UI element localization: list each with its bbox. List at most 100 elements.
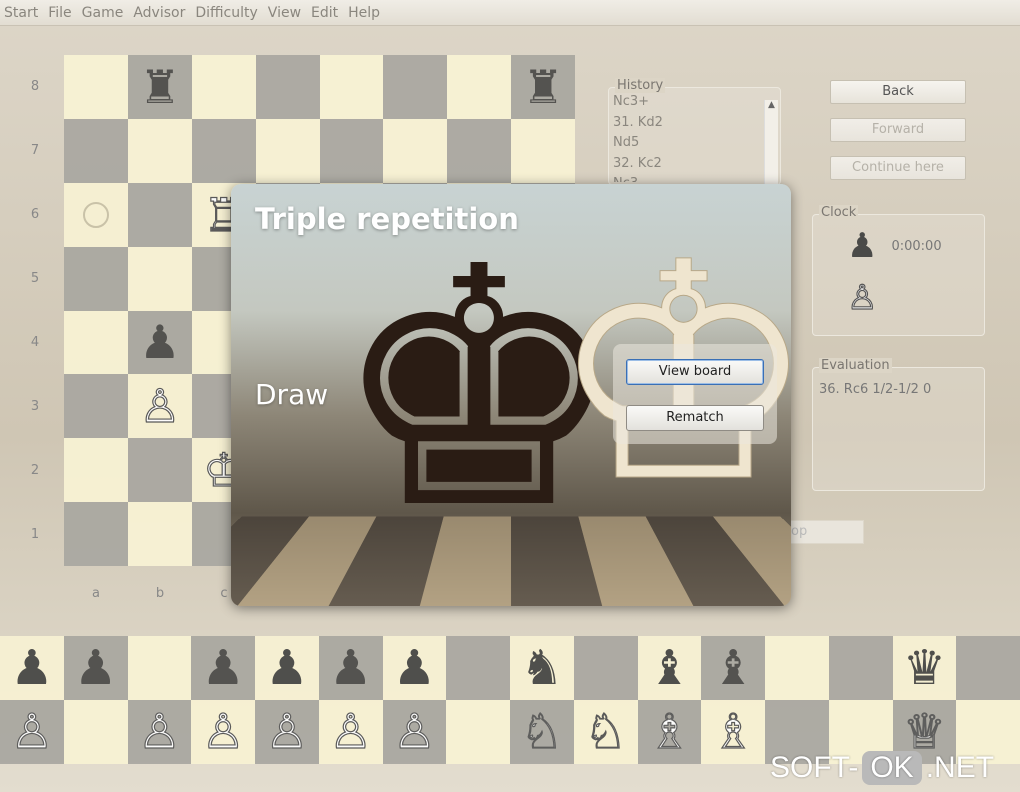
history-move[interactable]: 32. Kc2 [613,154,760,175]
square-b1[interactable] [127,502,192,566]
menu-item-start[interactable]: Start [4,5,38,21]
captured-piece-icon: ♟ [10,640,54,696]
tray-slot: ♛ [892,636,957,700]
menu-item-help[interactable]: Help [348,5,380,21]
square-g7[interactable] [447,118,512,183]
captured-piece-icon: ♟ [265,640,309,696]
captured-piece-icon: ♞ [520,640,564,696]
tray-slot: ♘ [573,700,638,764]
square-f8[interactable] [383,55,448,119]
captured-piece-icon: ♗ [711,704,755,760]
evaluation-title: Evaluation [819,358,892,373]
history-title: History [615,78,666,93]
tray-slot: ♟ [255,636,319,700]
tray-slot: ♟ [318,636,383,700]
captured-piece-icon: ♙ [329,704,373,760]
rank-label: 6 [30,207,40,222]
rank-label: 4 [30,335,40,350]
square-d7[interactable] [255,118,320,183]
square-a6[interactable] [64,182,128,247]
history-list[interactable]: Nc3+31. Kd2Nd532. Kc2Nc3 [613,92,760,182]
captured-piece-icon: ♟ [201,640,245,696]
menu-item-view[interactable]: View [268,5,301,21]
back-button[interactable]: Back [830,80,966,104]
menu-item-advisor[interactable]: Advisor [133,5,185,21]
square-h8[interactable]: ♜ [511,55,575,119]
clock-title: Clock [819,205,859,220]
tray-slot: ♙ [255,700,319,764]
square-b4[interactable]: ♟ [127,310,192,375]
square-f7[interactable] [383,118,448,183]
square-c7[interactable] [191,118,256,183]
square-b8[interactable]: ♜ [127,55,192,119]
square-b6[interactable] [127,182,192,247]
captured-piece-icon: ♛ [902,640,946,696]
history-move[interactable]: Nd5 [613,133,760,154]
white-pawn-icon[interactable]: ♙ [139,383,181,430]
move-hint-marker[interactable] [82,201,109,228]
square-a8[interactable] [64,55,128,119]
history-move[interactable]: Nc3 [613,174,760,182]
tray-slot: ♟ [191,636,255,700]
tray-slot: ♙ [127,700,192,764]
square-a7[interactable] [64,118,128,183]
square-d8[interactable] [255,55,320,119]
captured-piece-icon: ♙ [392,704,436,760]
white-pawn-icon: ♙ [846,278,878,318]
square-g8[interactable] [447,55,512,119]
history-move[interactable]: 31. Kd2 [613,113,760,134]
captured-piece-icon: ♝ [711,640,755,696]
tray-slot: ♙ [318,700,383,764]
scroll-up-icon[interactable]: ▲ [765,100,778,110]
continue-here-button[interactable]: Continue here [830,156,966,180]
tray-slot: ♙ [191,700,255,764]
tray-slot: ♞ [510,636,574,700]
watermark-mid: OK [862,751,922,785]
square-a3[interactable] [64,374,128,439]
tray-slot: ♝ [637,636,702,700]
menu-item-game[interactable]: Game [82,5,124,21]
view-board-button[interactable]: View board [626,359,764,385]
tray-slot: ♟ [382,636,447,700]
forward-button[interactable]: Forward [830,118,966,142]
rank-label: 3 [30,399,40,414]
square-e7[interactable] [319,118,384,183]
tray-slot: ♗ [637,700,702,764]
square-a1[interactable] [64,502,128,566]
history-move[interactable]: Nc3+ [613,92,760,113]
captured-piece-icon: ♙ [201,704,245,760]
rematch-button[interactable]: Rematch [626,405,764,431]
square-b3[interactable]: ♙ [127,374,192,439]
square-b7[interactable] [127,118,192,183]
captured-piece-icon: ♟ [74,640,118,696]
menu-item-file[interactable]: File [48,5,71,21]
black-pawn-icon[interactable]: ♟ [139,319,180,365]
captured-pieces-tray: ♟ ♟ ♟ ♟ ♟ ♟ ♞ ♝ ♝ ♛ ♙ ♙ ♙ ♙ ♙ ♙ ♘ ♘ ♗ ♗ ♕ [0,636,1020,764]
square-a5[interactable] [64,246,128,311]
square-c8[interactable] [191,55,256,119]
captured-piece-icon: ♙ [10,704,54,760]
tray-slot: ♙ [382,700,447,764]
history-scrollbar[interactable]: ▲ [764,100,778,184]
rank-label: 1 [30,527,40,542]
menu-item-difficulty[interactable]: Difficulty [195,5,257,21]
menu-item-edit[interactable]: Edit [311,5,338,21]
square-a4[interactable] [64,310,128,375]
black-rook-icon[interactable]: ♜ [522,64,563,110]
evaluation-panel: Evaluation 36. Rc6 1/2-1/2 0 [812,358,985,491]
captured-piece-icon: ♝ [647,640,691,696]
tray-slot [127,636,192,700]
black-rook-icon[interactable]: ♜ [139,64,180,110]
tray-slot: ♟ [0,636,64,700]
tray-slot: ♘ [510,700,574,764]
watermark-right: .NET [925,751,995,784]
square-e8[interactable] [319,55,384,119]
black-clock-row: ♟ 0:00:00 [847,229,942,263]
square-b5[interactable] [127,246,192,311]
white-clock-row: ♙ [846,278,878,318]
square-h7[interactable] [511,118,575,183]
square-b2[interactable] [127,438,192,503]
tray-slot: ♗ [701,700,765,764]
square-a2[interactable] [64,438,128,503]
stop-button[interactable]: op [780,520,864,544]
